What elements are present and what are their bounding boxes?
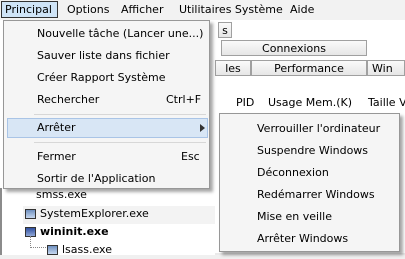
tree-line [30,247,46,249]
window-icon [25,209,36,219]
list-item[interactable]: wininit.exe [40,223,109,241]
menu-item-new-task[interactable]: Nouvelle tâche (Lancer une...) [37,25,203,43]
submenu-item-suspend[interactable]: Suspendre Windows [257,142,368,160]
menu-item-search[interactable]: Rechercher [37,91,99,109]
column-pid[interactable]: PID [236,94,254,112]
list-item[interactable]: SystemExplorer.exe [40,205,149,223]
menu-item-exit[interactable]: Sortir de l'Application [37,170,155,188]
menu-separator [34,114,206,115]
menu-options[interactable]: Options [67,3,109,17]
menu-item-save-list[interactable]: Sauver liste dans fichier [37,47,170,65]
process-list: smss.exe SystemExplorer.exe wininit.exe … [0,188,215,256]
process-name: SystemExplorer.exe [40,207,149,220]
submenu-item-shutdown[interactable]: Arrêter Windows [257,230,348,248]
submenu-item-lock[interactable]: Verrouiller l'ordinateur [257,120,380,138]
submenu-item-restart[interactable]: Redémarrer Windows [257,186,375,204]
chevron-right-icon [200,124,205,132]
tab-partial-right[interactable]: Win [367,60,405,76]
tab-performance[interactable]: Performance [251,60,367,76]
menu-bar: Principal Options Afficher Utilitaires S… [0,0,405,21]
left-border [0,188,2,255]
process-name: smss.exe [36,188,87,201]
submenu-item-sleep[interactable]: Mise en veille [257,208,332,226]
menu-principal[interactable]: Principal [5,3,52,17]
menu-item-stop[interactable]: Arrêter [37,119,76,137]
submenu-item-logoff[interactable]: Déconnexion [257,164,329,182]
tab-partial-left[interactable]: les [215,60,251,76]
menu-aide[interactable]: Aide [290,3,314,17]
column-taille[interactable]: Taille V [368,94,405,112]
close-shortcut: Esc [181,150,200,163]
tab-partial-top[interactable]: s [218,22,232,38]
process-name: lsass.exe [62,243,112,256]
menu-item-close[interactable]: Fermer [37,148,76,166]
column-usage-mem[interactable]: Usage Mem.(K) [268,94,352,112]
list-item[interactable]: lsass.exe [62,241,112,259]
tab-connexions[interactable]: Connexions [221,40,367,56]
principal-menu: Nouvelle tâche (Lancer une...) Sauver li… [3,20,210,189]
menu-utilitaires-systeme[interactable]: Utilitaires Système [179,3,283,17]
menu-afficher[interactable]: Afficher [121,3,163,17]
process-name: wininit.exe [40,225,109,238]
menu-item-create-report[interactable]: Créer Rapport Système [37,69,165,87]
window-icon [47,245,58,255]
stop-submenu: Verrouiller l'ordinateur Suspendre Windo… [219,113,400,252]
search-shortcut: Ctrl+F [166,93,202,106]
menu-separator [34,142,206,143]
